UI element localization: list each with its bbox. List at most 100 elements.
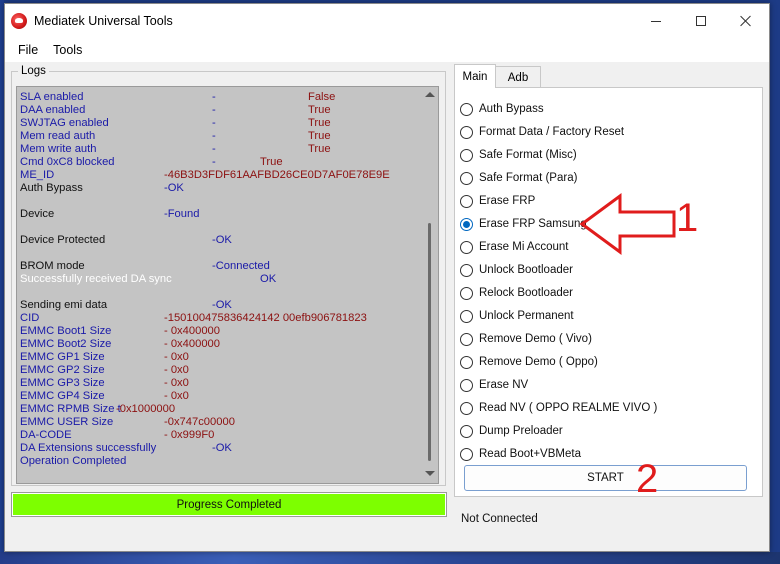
log-line: EMMC GP4 Size - 0x0 bbox=[20, 390, 418, 403]
log-key: ME_ID bbox=[20, 169, 55, 181]
option-row[interactable]: Erase FRP Samsung bbox=[460, 216, 587, 232]
connection-status: Not Connected bbox=[461, 513, 538, 525]
radio-unchecked-icon[interactable] bbox=[460, 125, 473, 139]
log-key: BROM mode bbox=[20, 260, 85, 272]
menu-file[interactable]: File bbox=[5, 43, 47, 57]
radio-unchecked-icon[interactable] bbox=[460, 286, 473, 300]
window-title: Mediatek Universal Tools bbox=[34, 14, 173, 28]
log-status: True bbox=[308, 143, 331, 155]
logs-textbox[interactable]: SLA enabled - False DAA enabled - True SWJTAG … bbox=[16, 86, 439, 484]
option-row[interactable]: Unlock Permanent bbox=[460, 308, 574, 324]
maximize-icon bbox=[696, 16, 706, 26]
option-label[interactable]: Safe Format (Para) bbox=[479, 172, 577, 184]
option-row[interactable]: Erase FRP bbox=[460, 193, 535, 209]
log-value: -OK bbox=[212, 234, 232, 246]
menu-bar: File Tools bbox=[5, 38, 769, 62]
radio-unchecked-icon[interactable] bbox=[460, 424, 473, 438]
option-row[interactable]: Remove Demo ( Vivo) bbox=[460, 331, 592, 347]
log-key: EMMC RPMB Size t bbox=[20, 403, 121, 415]
option-label[interactable]: Read Boot+VBMeta bbox=[479, 448, 581, 460]
radio-unchecked-icon[interactable] bbox=[460, 171, 473, 185]
option-row[interactable]: Remove Demo ( Oppo) bbox=[460, 354, 598, 370]
log-key: Device Protected bbox=[20, 234, 106, 246]
menu-tools[interactable]: Tools bbox=[47, 43, 91, 57]
log-value: -0x1000000 bbox=[116, 403, 176, 415]
close-button[interactable] bbox=[723, 4, 769, 38]
annotation-number-1: 1 bbox=[676, 196, 699, 240]
log-line: EMMC RPMB Size t -0x1000000 bbox=[20, 403, 418, 416]
option-row[interactable]: Erase NV bbox=[460, 377, 528, 393]
log-value: - bbox=[212, 130, 216, 142]
option-label[interactable]: Erase Mi Account bbox=[479, 241, 568, 253]
option-label[interactable]: Auth Bypass bbox=[479, 103, 544, 115]
option-label[interactable]: Relock Bootloader bbox=[479, 287, 573, 299]
title-bar[interactable]: Mediatek Universal Tools bbox=[5, 4, 769, 38]
scroll-down-icon[interactable] bbox=[425, 471, 435, 476]
log-key: SLA enabled bbox=[20, 91, 84, 103]
option-label[interactable]: Unlock Bootloader bbox=[479, 264, 573, 276]
radio-unchecked-icon[interactable] bbox=[460, 401, 473, 415]
scroll-thumb[interactable] bbox=[428, 223, 431, 461]
option-row[interactable]: Erase Mi Account bbox=[460, 239, 568, 255]
option-label[interactable]: Format Data / Factory Reset bbox=[479, 126, 624, 138]
option-label[interactable]: Safe Format (Misc) bbox=[479, 149, 577, 161]
log-line: SWJTAG enabled - True bbox=[20, 117, 418, 130]
radio-unchecked-icon[interactable] bbox=[460, 148, 473, 162]
tab-main[interactable]: Main bbox=[454, 64, 496, 88]
log-line: Mem read auth - True bbox=[20, 130, 418, 143]
option-label[interactable]: Dump Preloader bbox=[479, 425, 563, 437]
radio-unchecked-icon[interactable] bbox=[460, 309, 473, 323]
log-value: - 0x0 bbox=[164, 377, 189, 389]
option-label[interactable]: Remove Demo ( Vivo) bbox=[479, 333, 592, 345]
log-key: EMMC Boot2 Size bbox=[20, 338, 112, 350]
radio-unchecked-icon[interactable] bbox=[460, 447, 473, 461]
log-key: SWJTAG enabled bbox=[20, 117, 109, 129]
log-key: DA Extensions successfully bbox=[20, 442, 157, 454]
log-line: ME_ID -46B3D3FDF61AAFBD26CE0D7AF0E78E9E bbox=[20, 169, 418, 182]
logs-scrollbar[interactable] bbox=[421, 87, 438, 483]
logs-legend: Logs bbox=[18, 65, 49, 77]
log-key: Operation Completed bbox=[20, 455, 127, 467]
radio-checked-icon[interactable] bbox=[460, 217, 473, 231]
tab-adb[interactable]: Adb bbox=[495, 66, 541, 88]
option-row[interactable]: Read NV ( OPPO REALME VIVO ) bbox=[460, 400, 657, 416]
option-row[interactable]: Unlock Bootloader bbox=[460, 262, 573, 278]
log-value: -46B3D3FDF61AAFBD26CE0D7AF0E78E9E bbox=[164, 169, 390, 181]
log-key: EMMC GP4 Size bbox=[20, 390, 105, 402]
log-line: Sending emi data -OK bbox=[20, 299, 418, 312]
radio-unchecked-icon[interactable] bbox=[460, 355, 473, 369]
option-label[interactable]: Erase FRP bbox=[479, 195, 535, 207]
log-value: -Found bbox=[164, 208, 200, 220]
option-row[interactable]: Auth Bypass bbox=[460, 101, 544, 117]
radio-unchecked-icon[interactable] bbox=[460, 240, 473, 254]
scroll-up-icon[interactable] bbox=[425, 92, 435, 97]
maximize-button[interactable] bbox=[678, 4, 724, 38]
option-row[interactable]: Format Data / Factory Reset bbox=[460, 124, 624, 140]
log-key: DAA enabled bbox=[20, 104, 86, 116]
option-label[interactable]: Erase FRP Samsung bbox=[479, 218, 587, 230]
minimize-button[interactable] bbox=[633, 4, 679, 38]
radio-unchecked-icon[interactable] bbox=[460, 263, 473, 277]
log-key: EMMC USER Size bbox=[20, 416, 114, 428]
log-value: - bbox=[212, 143, 216, 155]
radio-unchecked-icon[interactable] bbox=[460, 102, 473, 116]
option-label[interactable]: Remove Demo ( Oppo) bbox=[479, 356, 598, 368]
log-value: - 0x0 bbox=[164, 390, 189, 402]
radio-unchecked-icon[interactable] bbox=[460, 332, 473, 346]
radio-unchecked-icon[interactable] bbox=[460, 194, 473, 208]
option-label[interactable]: Erase NV bbox=[479, 379, 528, 391]
app-logo-icon bbox=[11, 13, 27, 29]
status-bar: Not Connected bbox=[454, 505, 763, 532]
option-row[interactable]: Relock Bootloader bbox=[460, 285, 573, 301]
start-button[interactable]: START bbox=[464, 465, 747, 491]
log-line: DAA enabled - True bbox=[20, 104, 418, 117]
option-row[interactable]: Read Boot+VBMeta bbox=[460, 446, 581, 462]
option-label[interactable]: Read NV ( OPPO REALME VIVO ) bbox=[479, 402, 657, 414]
option-row[interactable]: Safe Format (Misc) bbox=[460, 147, 577, 163]
option-row[interactable]: Safe Format (Para) bbox=[460, 170, 577, 186]
radio-unchecked-icon[interactable] bbox=[460, 378, 473, 392]
log-value: - 0x0 bbox=[164, 351, 189, 363]
option-label[interactable]: Unlock Permanent bbox=[479, 310, 574, 322]
option-row[interactable]: Dump Preloader bbox=[460, 423, 563, 439]
